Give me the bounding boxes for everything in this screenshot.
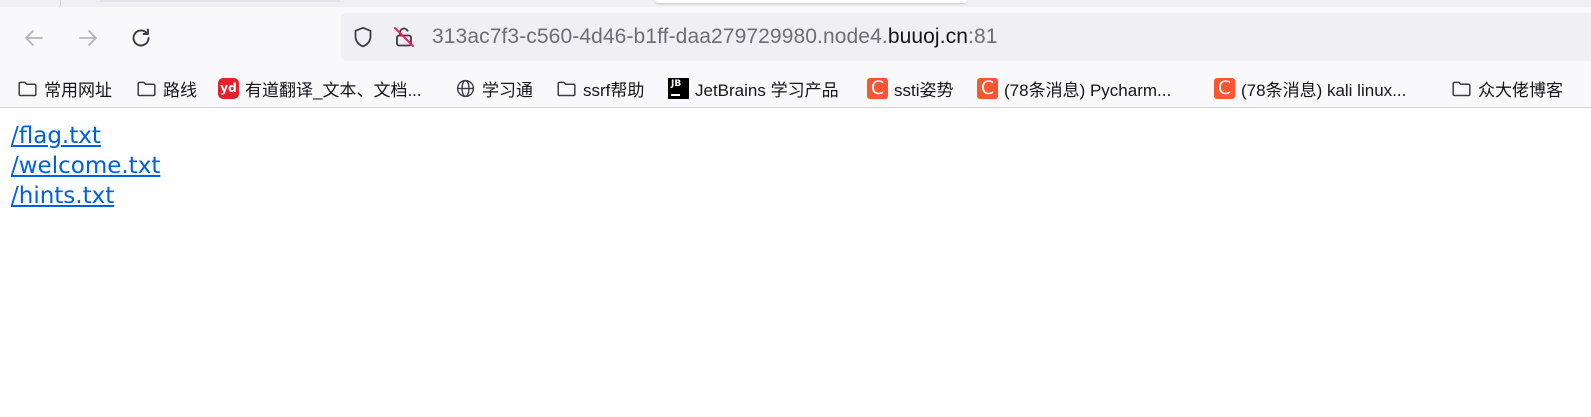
bookmark-jetbrains[interactable]: JB JetBrains 学习产品	[668, 75, 839, 101]
bookmark-label: JetBrains 学习产品	[695, 80, 839, 100]
link-welcome-txt[interactable]: /welcome.txt	[11, 151, 160, 181]
link-hints-txt[interactable]: /hints.txt	[11, 181, 160, 211]
url-prefix: 313ac7f3-c560-4d46-b1ff-daa279729980.nod…	[432, 25, 888, 48]
bookmark-youdao[interactable]: yd 有道翻译_文本、文档...	[218, 75, 422, 101]
bookmark-label: 常用网址	[44, 80, 112, 100]
bookmark-folder-常用网址[interactable]: 常用网址	[17, 75, 112, 101]
bookmark-kali[interactable]: C (78条消息) kali linux...	[1214, 75, 1406, 101]
active-tab[interactable]	[655, 0, 967, 3]
bookmark-label: 学习通	[482, 80, 533, 100]
bookmark-label: ssrf帮助	[583, 80, 645, 100]
jetbrains-icon: JB	[668, 77, 689, 99]
bookmark-label: ssti姿势	[894, 80, 954, 100]
bookmarks-toolbar: 常用网址 路线 yd 有道翻译_文本、文档... 学习通 ssrf帮助 JB J…	[0, 69, 1591, 108]
jetbrains-icon-text: JB	[671, 78, 682, 89]
folder-icon	[1451, 78, 1472, 99]
address-bar[interactable]: 313ac7f3-c560-4d46-b1ff-daa279729980.nod…	[341, 13, 1591, 61]
tab-strip	[0, 0, 1591, 7]
bookmark-label: (78条消息) kali linux...	[1241, 80, 1407, 100]
link-flag-txt[interactable]: /flag.txt	[11, 121, 160, 151]
bookmark-pycharm[interactable]: C (78条消息) Pycharm...	[977, 75, 1171, 101]
shield-icon[interactable]	[351, 25, 375, 49]
bookmark-label: 众大佬博客	[1478, 80, 1563, 100]
bookmark-folder-ssrf[interactable]: ssrf帮助	[556, 75, 644, 101]
bookmark-folder-路线[interactable]: 路线	[136, 75, 197, 101]
folder-icon	[17, 78, 38, 99]
csdn-icon: C	[867, 77, 888, 99]
bookmark-label: 路线	[163, 80, 197, 100]
reload-button[interactable]	[124, 21, 158, 55]
url-port: :81	[968, 25, 998, 48]
bookmark-xuexitong[interactable]: 学习通	[455, 75, 533, 101]
csdn-icon: C	[977, 77, 998, 99]
page-content: /flag.txt /welcome.txt /hints.txt	[11, 121, 160, 211]
csdn-icon: C	[1214, 77, 1235, 99]
youdao-icon: yd	[218, 77, 239, 99]
back-button[interactable]	[17, 21, 51, 55]
reload-icon	[132, 28, 150, 47]
url-host: buuoj.cn	[887, 25, 969, 48]
insecure-lock-icon[interactable]	[392, 25, 416, 49]
url-text[interactable]: 313ac7f3-c560-4d46-b1ff-daa279729980.nod…	[432, 13, 998, 61]
background-tab[interactable]	[100, 0, 340, 2]
folder-icon	[556, 78, 577, 99]
navigation-toolbar: 313ac7f3-c560-4d46-b1ff-daa279729980.nod…	[0, 7, 1591, 69]
folder-icon	[136, 78, 157, 99]
bookmark-label: (78条消息) Pycharm...	[1004, 80, 1172, 100]
globe-icon	[455, 78, 476, 99]
arrow-left-icon	[25, 30, 43, 46]
bookmark-ssti[interactable]: C ssti姿势	[867, 75, 954, 101]
bookmark-folder-众大佬博客[interactable]: 众大佬博客	[1451, 75, 1563, 101]
forward-button[interactable]	[71, 21, 105, 55]
tab-separator	[60, 0, 61, 6]
bookmark-label: 有道翻译_文本、文档...	[245, 80, 422, 100]
arrow-right-icon	[79, 30, 97, 46]
